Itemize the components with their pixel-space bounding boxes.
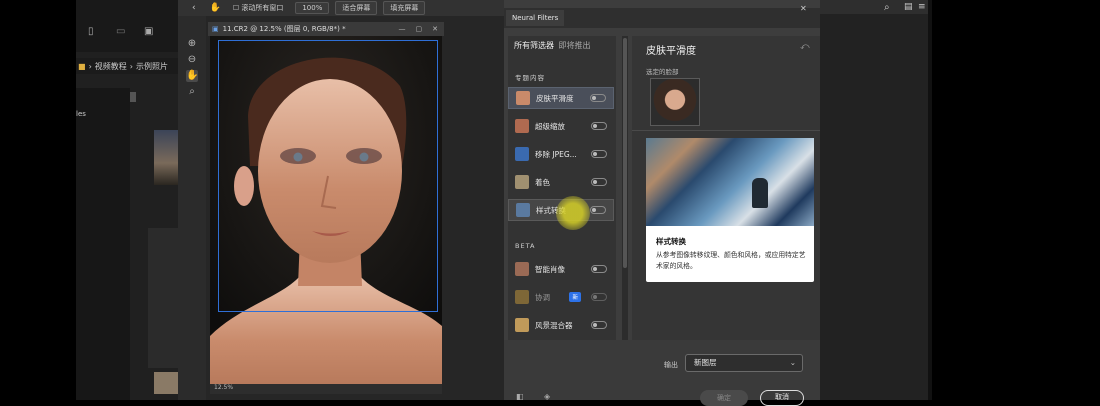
filter-item-harmonize[interactable]: 协调 新 — [508, 286, 614, 308]
document-tab[interactable]: ▣ 11.CR2 @ 12.5% (图层 0, RGB/8*) * — ▢ ✕ — [208, 22, 444, 36]
breadcrumb-item-tutorials[interactable]: 视频教程 — [95, 61, 127, 72]
filter-item-skin-smoothing[interactable]: 皮肤平滑度 — [508, 87, 614, 109]
filter-tabs: 所有筛选器 即将推出 — [514, 40, 591, 51]
filter-toggle[interactable] — [590, 206, 606, 214]
zoom-out-icon[interactable]: ⊖ — [186, 54, 198, 66]
close-icon[interactable]: ✕ — [432, 25, 438, 33]
breadcrumb: ■ › 视频教程 › 示例照片 — [76, 58, 178, 74]
right-panels-header — [820, 0, 932, 14]
search-icon[interactable]: ⌕ — [884, 2, 890, 13]
cancel-button[interactable]: 取消 — [760, 390, 804, 406]
maximize-icon[interactable]: ▢ — [416, 25, 423, 33]
output-select[interactable]: 新图层 ⌄ — [685, 354, 803, 372]
style-transfer-preview — [646, 138, 814, 226]
menu-icon[interactable]: ≡ — [918, 2, 926, 12]
back-icon[interactable]: ‹ — [192, 3, 196, 13]
landscape-thumb-icon — [515, 318, 529, 332]
colorize-thumb-icon — [515, 175, 529, 189]
close-panel-icon[interactable]: ✕ — [800, 4, 807, 13]
minimize-icon[interactable]: — — [399, 25, 406, 33]
zoom-thumb-icon — [515, 119, 529, 133]
scrollbar-thumb[interactable] — [623, 38, 627, 268]
hand-tool-icon[interactable]: ✋ — [186, 70, 198, 82]
document-title: 11.CR2 @ 12.5% (图层 0, RGB/8*) * — [222, 25, 346, 33]
output-label: 输出 — [664, 361, 678, 369]
folder-icon: ■ — [78, 61, 86, 71]
filter-toggle[interactable] — [591, 265, 607, 273]
harmonize-thumb-icon — [515, 290, 529, 304]
window-edge — [928, 0, 932, 400]
zoom-status: 12.5% — [210, 384, 442, 394]
filter-toggle[interactable] — [591, 150, 607, 158]
filter-toggle[interactable] — [591, 321, 607, 329]
filter-toggle[interactable] — [591, 178, 607, 186]
zoom-100-button[interactable]: 100% — [295, 2, 330, 14]
zoom-tool-icon[interactable]: ⌕ — [186, 86, 198, 98]
right-panels — [820, 0, 932, 400]
selection-box — [218, 40, 438, 312]
filter-item-super-zoom[interactable]: 超级缩放 — [508, 115, 614, 137]
filter-item-colorize[interactable]: 着色 — [508, 171, 614, 193]
skin-thumb-icon — [516, 91, 530, 105]
breadcrumb-item-samples[interactable]: 示例照片 — [136, 61, 168, 72]
detail-title: 皮肤平滑度 — [646, 46, 696, 57]
nav-item-partial[interactable]: les — [76, 110, 86, 118]
workspace-icon[interactable]: ▤ — [904, 2, 913, 12]
hand-icon[interactable]: ✋ — [210, 3, 221, 13]
tool-strip: ⊕ ⊖ ✋ ⌕ — [178, 16, 206, 400]
ok-button[interactable]: 确定 — [700, 390, 748, 406]
filter-toggle[interactable] — [591, 293, 607, 301]
chevron-down-icon: ⌄ — [789, 358, 796, 367]
filter-item-smart-portrait[interactable]: 智能肖像 — [508, 258, 614, 280]
paste-icon[interactable]: ▭ — [116, 26, 125, 37]
rename-icon[interactable]: ▣ — [144, 26, 153, 37]
filter-item-landscape-mixer[interactable]: 风景混合器 — [508, 314, 614, 336]
explorer-scrollbar[interactable] — [130, 92, 136, 102]
portrait-thumb-icon — [515, 262, 529, 276]
reset-icon[interactable]: ⤺ — [800, 42, 810, 52]
tab-coming-soon[interactable]: 即将推出 — [559, 41, 591, 50]
copy-icon[interactable]: ▯ — [88, 26, 94, 37]
file-thumbnail[interactable] — [148, 228, 178, 368]
file-thumbnail[interactable] — [154, 372, 178, 394]
selected-face-thumbnail[interactable] — [650, 78, 700, 126]
tab-all-filters[interactable]: 所有筛选器 — [514, 41, 554, 50]
preview-figure — [752, 178, 768, 208]
fit-screen-button[interactable]: 适合屏幕 — [335, 1, 378, 15]
ps-doc-icon: ▣ — [212, 25, 219, 33]
filter-toggle[interactable] — [591, 122, 607, 130]
section-featured: 专题内容 — [515, 74, 545, 82]
scroll-all-checkbox[interactable]: ☐ 滚动所有窗口 — [227, 2, 290, 14]
zoom-in-icon[interactable]: ⊕ — [186, 38, 198, 50]
new-badge: 新 — [569, 292, 581, 302]
options-bar: ‹ ✋ ☐ 滚动所有窗口 100% 适合屏幕 填充屏幕 — [178, 0, 506, 16]
filter-item-jpeg-removal[interactable]: 移除 JPEG... — [508, 143, 614, 165]
selected-face-label: 选定的脸部 — [646, 68, 679, 76]
explorer-nav-pane: les — [76, 88, 130, 400]
filter-toggle[interactable] — [590, 94, 606, 102]
panel-title[interactable]: Neural Filters — [506, 10, 565, 26]
jpeg-thumb-icon — [515, 147, 529, 161]
divider — [632, 130, 820, 131]
card-description: 从参考图像转移纹理、颜色和风格，或应用特定艺术家的风格。 — [656, 251, 806, 270]
explorer-toolbar: ▯ ▭ ▣ — [76, 0, 178, 52]
card-title: 样式转换 — [656, 237, 686, 246]
section-beta: BETA — [515, 242, 536, 250]
fill-screen-button[interactable]: 填充屏幕 — [383, 1, 426, 15]
cursor-highlight — [556, 196, 590, 230]
style-thumb-icon — [516, 203, 530, 217]
file-thumbnail[interactable] — [154, 130, 178, 185]
